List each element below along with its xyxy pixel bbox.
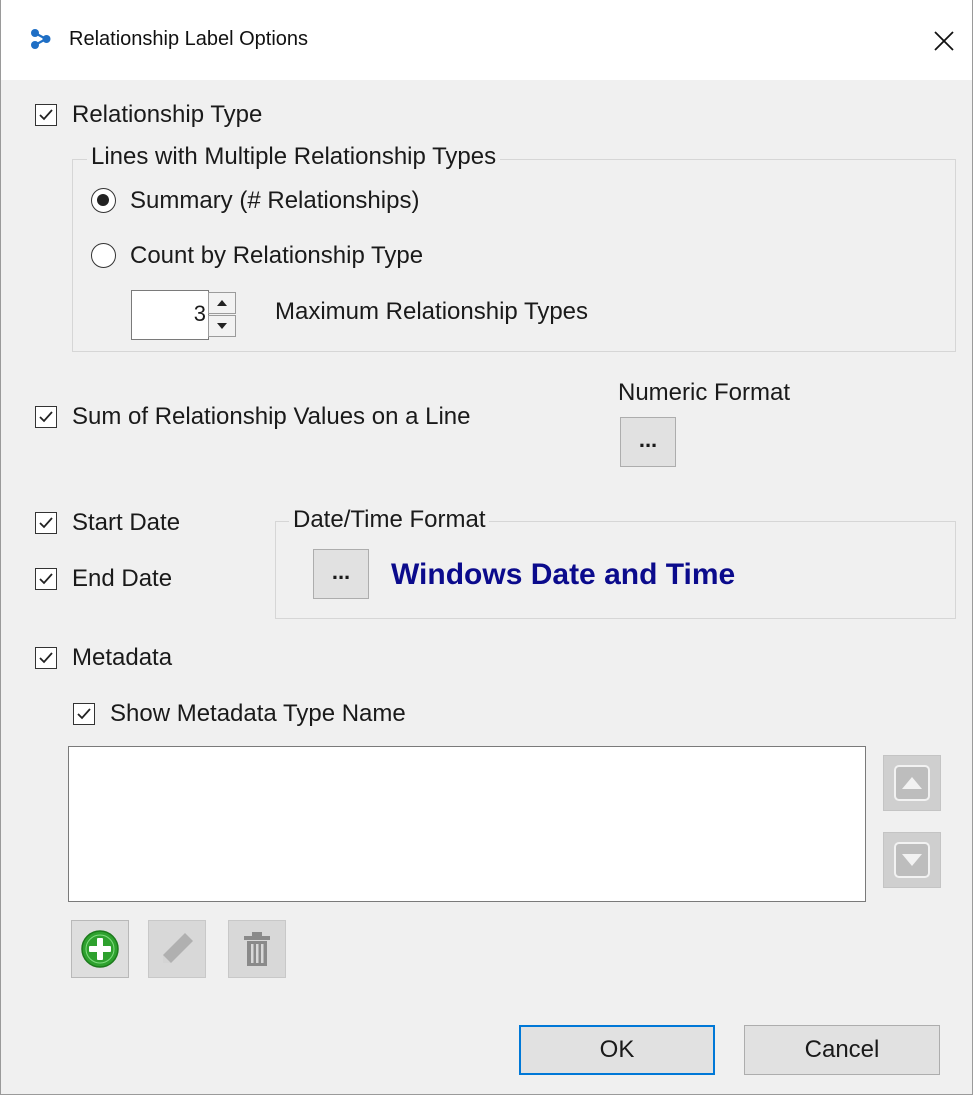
ok-button[interactable]: OK	[519, 1025, 715, 1075]
pencil-icon	[163, 933, 193, 963]
cancel-button[interactable]: Cancel	[744, 1025, 940, 1075]
max-types-increment-button[interactable]	[208, 292, 236, 314]
relationship-type-checkbox[interactable]	[35, 104, 57, 126]
start-date-label: Start Date	[72, 509, 181, 536]
sum-values-label: Sum of Relationship Values on a Line	[72, 403, 471, 430]
title-bar: Relationship Label Options	[1, 0, 972, 80]
checkmark-icon	[39, 517, 53, 529]
delete-metadata-button[interactable]	[228, 920, 286, 978]
relationship-label-options-dialog: Relationship Label Options Relationship …	[0, 0, 973, 1095]
caret-up-icon	[217, 300, 227, 306]
date-time-format-value: Windows Date and Time	[391, 558, 736, 591]
add-metadata-button[interactable]	[71, 920, 129, 978]
max-types-label: Maximum Relationship Types	[275, 298, 589, 325]
metadata-checkbox[interactable]	[35, 647, 57, 669]
trash-icon	[244, 932, 270, 966]
checkmark-icon	[39, 109, 53, 121]
summary-radio-label: Summary (# Relationships)	[130, 187, 420, 214]
date-time-format-label: Date/Time Format	[289, 506, 490, 534]
move-down-button[interactable]	[883, 832, 941, 888]
radio-selected-dot	[97, 194, 109, 206]
checkmark-icon	[77, 708, 91, 720]
metadata-list[interactable]	[68, 746, 866, 902]
sum-values-checkbox[interactable]	[35, 406, 57, 428]
count-by-type-radio-label: Count by Relationship Type	[130, 242, 424, 269]
add-circle-icon	[81, 930, 119, 968]
arrow-up-icon	[894, 765, 930, 801]
date-time-format-button[interactable]: ...	[313, 549, 369, 599]
relationship-graph-icon	[31, 29, 51, 49]
summary-radio[interactable]	[91, 188, 116, 213]
move-up-button[interactable]	[883, 755, 941, 811]
caret-down-icon	[217, 323, 227, 329]
relationship-type-label: Relationship Type	[72, 101, 263, 128]
show-metadata-type-name-label: Show Metadata Type Name	[110, 700, 406, 727]
max-types-input[interactable]: 3	[131, 290, 209, 340]
end-date-label: End Date	[72, 565, 173, 592]
edit-metadata-button[interactable]	[148, 920, 206, 978]
show-metadata-type-name-checkbox[interactable]	[73, 703, 95, 725]
close-icon	[934, 31, 954, 51]
numeric-format-label: Numeric Format	[618, 379, 791, 406]
close-button[interactable]	[921, 18, 967, 64]
numeric-format-button[interactable]: ...	[620, 417, 676, 467]
dialog-title: Relationship Label Options	[69, 28, 309, 50]
arrow-down-icon	[894, 842, 930, 878]
checkmark-icon	[39, 652, 53, 664]
checkmark-icon	[39, 573, 53, 585]
count-by-type-radio[interactable]	[91, 243, 116, 268]
start-date-checkbox[interactable]	[35, 512, 57, 534]
multiple-types-group-label: Lines with Multiple Relationship Types	[87, 143, 501, 171]
max-types-decrement-button[interactable]	[208, 315, 236, 337]
checkmark-icon	[39, 411, 53, 423]
metadata-label: Metadata	[72, 644, 173, 671]
end-date-checkbox[interactable]	[35, 568, 57, 590]
